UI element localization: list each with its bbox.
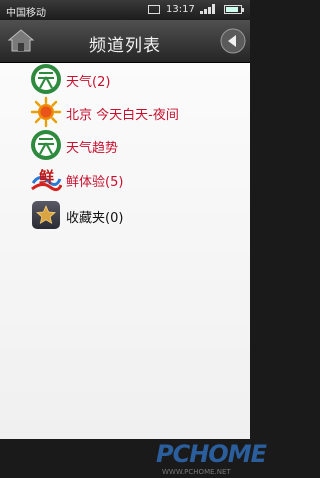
pchome-watermark: PCHOME WWW.PCHOME.NET (150, 438, 267, 478)
battery-icon (224, 5, 244, 14)
svg-text:鲜: 鲜 (39, 168, 54, 186)
carrier-name: 中国移动 (6, 8, 46, 19)
list-item-weather[interactable]: 天气(2) (0, 63, 250, 97)
message-icon (148, 5, 160, 14)
list-item-beijing[interactable]: 北京 今天白天-夜间 (0, 96, 250, 130)
list-item-weather-trend[interactable]: 天气趋势 (0, 129, 250, 163)
channel-label: 北京 今天白天-夜间 (66, 108, 179, 123)
weather-trend-icon (30, 129, 62, 161)
back-button[interactable] (219, 27, 247, 55)
arrow-left-icon (220, 28, 246, 54)
channel-list: 天气(2) 北京 今天白天-夜间 天气趋势 鲜 鲜体验(5) 收藏夹(0) PC… (0, 63, 267, 476)
watermark-logo: PCHOME (156, 440, 267, 468)
fresh-icon: 鲜 (30, 163, 63, 195)
watermark-url: WWW.PCHOME.NET (162, 468, 231, 476)
page-title: 频道列表 (89, 36, 161, 56)
channel-label: 收藏夹(0) (66, 211, 124, 226)
list-item-favorites[interactable]: 收藏夹(0) (0, 199, 250, 233)
channel-label: 天气趋势 (66, 141, 119, 156)
sun-icon (30, 96, 62, 128)
status-bar: 中国移动 13:17 (0, 0, 250, 20)
signal-icon (200, 4, 218, 14)
title-bar: 频道列表 (0, 20, 250, 63)
channel-label: 天气(2) (66, 75, 111, 90)
channel-label: 鲜体验(5) (66, 175, 124, 190)
clock: 13:17 (166, 4, 195, 15)
weather-green-icon (30, 63, 62, 95)
star-icon (30, 199, 62, 231)
list-item-fresh[interactable]: 鲜 鲜体验(5) (0, 163, 250, 197)
